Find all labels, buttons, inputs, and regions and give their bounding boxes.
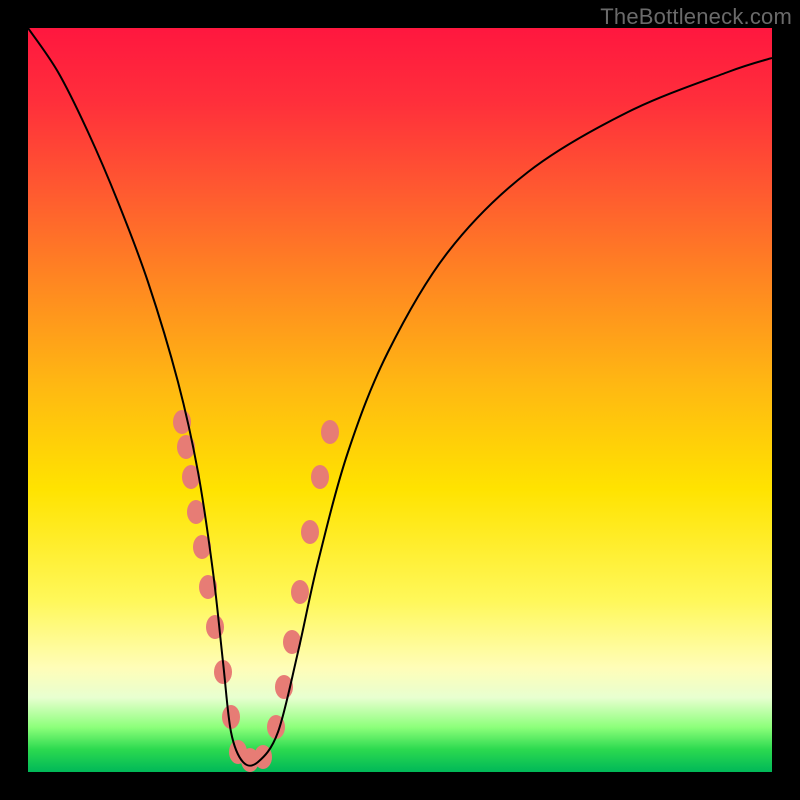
data-marker (291, 580, 309, 604)
marker-layer (173, 410, 339, 772)
bottleneck-curve (28, 28, 772, 766)
data-marker (222, 705, 240, 729)
bottleneck-curve-svg (28, 28, 772, 772)
data-marker (206, 615, 224, 639)
data-marker (321, 420, 339, 444)
data-marker (311, 465, 329, 489)
watermark-text: TheBottleneck.com (600, 4, 792, 30)
plot-area (28, 28, 772, 772)
data-marker (301, 520, 319, 544)
chart-frame: TheBottleneck.com (0, 0, 800, 800)
